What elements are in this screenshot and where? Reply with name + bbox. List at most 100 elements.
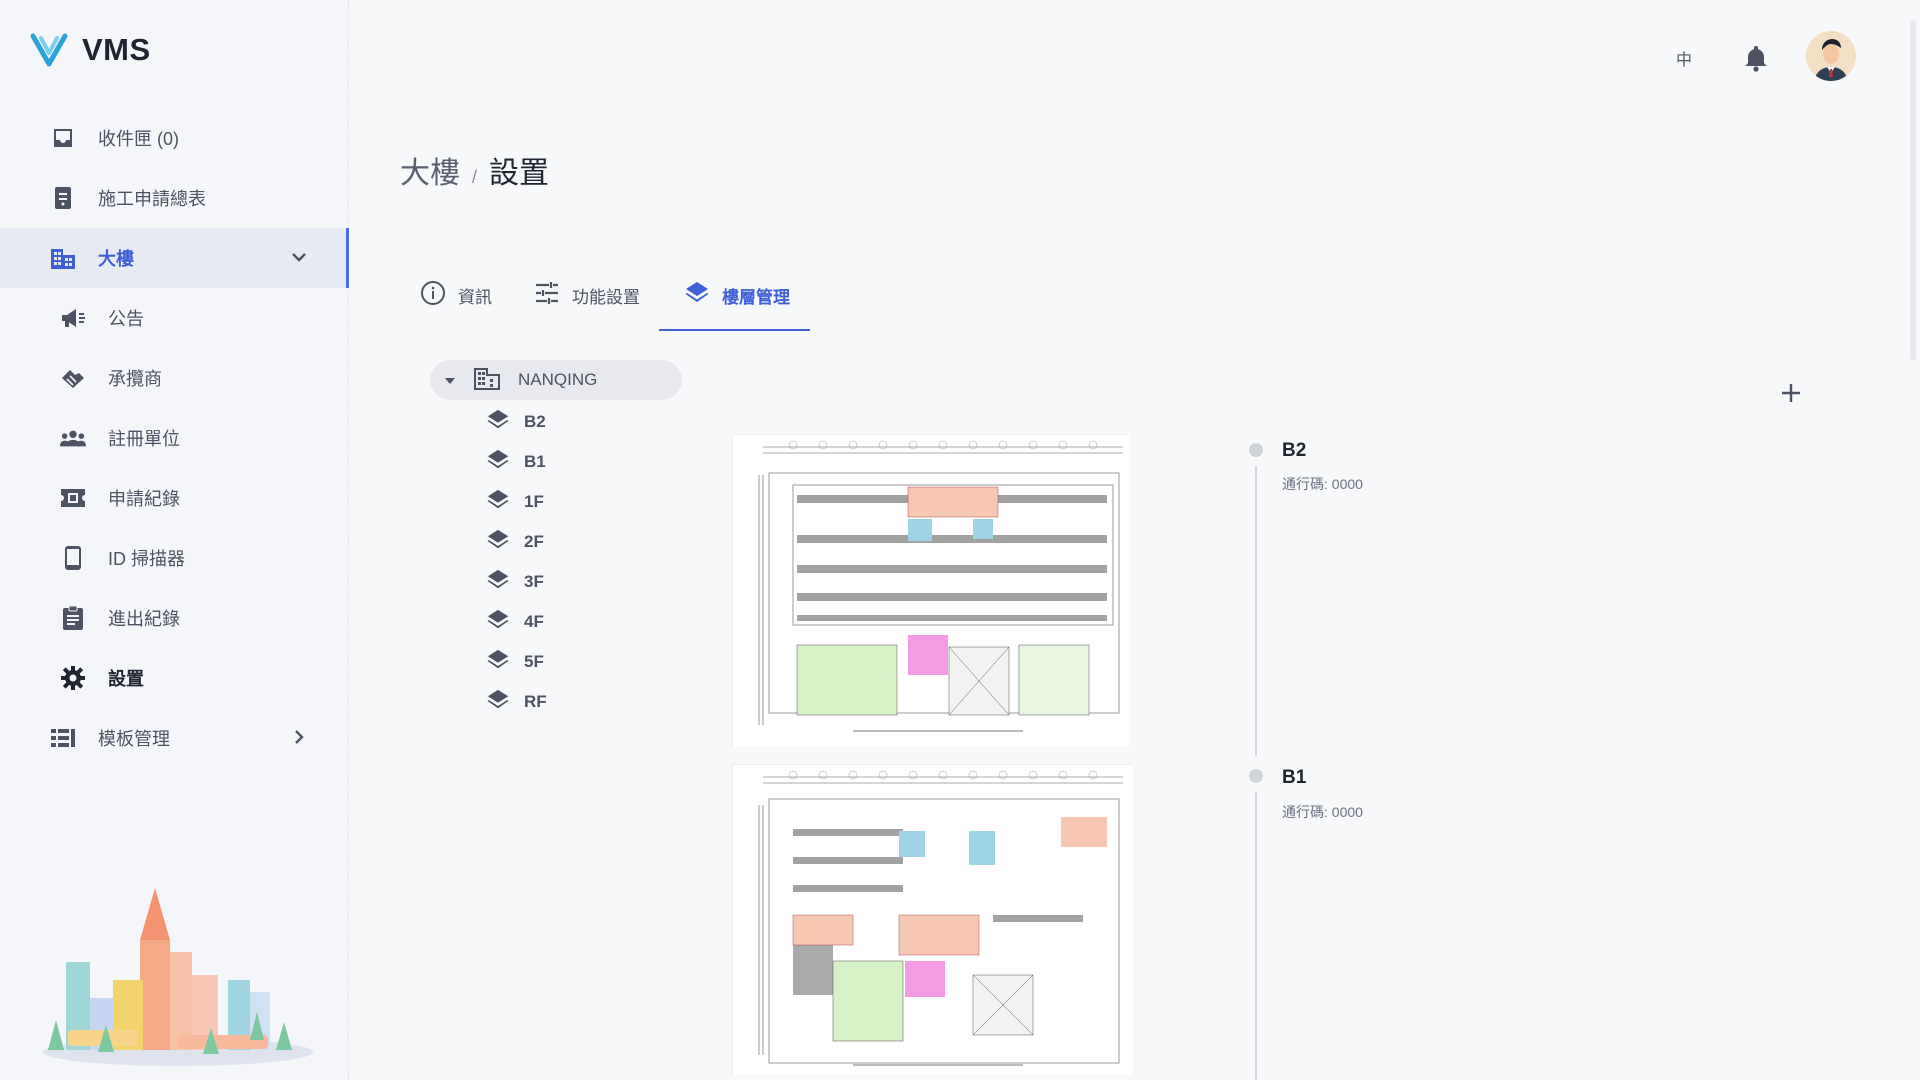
chevron-right-icon[interactable] (289, 727, 309, 752)
add-floor-button[interactable] (1780, 380, 1802, 410)
vms-logo-icon (30, 33, 68, 67)
sidebar-nav: 收件匣 (0) 施工申請總表 大樓 公告 承攬商 註冊單位 申請紀錄 ID 掃描… (0, 108, 349, 768)
tab-info[interactable]: 資訊 (420, 260, 534, 330)
tab-floor-management[interactable]: 樓層管理 (659, 260, 810, 331)
sidebar-item-label: 註冊單位 (108, 429, 180, 449)
inbox-icon (50, 125, 76, 151)
sidebar-item-registered-unit[interactable]: 註冊單位 (0, 408, 349, 468)
caret-down-icon[interactable] (444, 370, 456, 390)
user-avatar-icon (1806, 31, 1856, 81)
timeline-dot (1249, 769, 1263, 783)
sidebar-item-announcement[interactable]: 公告 (0, 288, 349, 348)
tree-item-floor[interactable]: B1 (486, 442, 547, 482)
tab-label: 功能設置 (572, 287, 640, 307)
ticket-icon (60, 485, 86, 511)
timeline-line (1255, 792, 1257, 1080)
building-icon (474, 366, 500, 395)
app-logo[interactable]: VMS (30, 32, 151, 68)
page-title: 設置 (489, 157, 550, 190)
plus-icon (1782, 384, 1800, 402)
handshake-icon (60, 365, 86, 391)
tree-item-label: 2F (524, 532, 544, 551)
sidebar-item-construction[interactable]: 施工申請總表 (0, 168, 349, 228)
floor-plan-drawing (733, 435, 1129, 747)
info-icon (420, 280, 446, 311)
sidebar-item-label: ID 掃描器 (108, 549, 186, 569)
layers-icon (486, 528, 510, 557)
tab-function-settings[interactable]: 功能設置 (534, 260, 684, 330)
floor-plan-image[interactable] (732, 764, 1133, 1075)
sliders-icon (534, 281, 560, 310)
breadcrumb-parent[interactable]: 大樓 (400, 148, 460, 192)
tree-item-floor[interactable]: 2F (486, 522, 547, 562)
floor-pass-code: 通行碼: 0000 (1282, 804, 1363, 820)
tab-label: 資訊 (458, 287, 492, 307)
sidebar-item-settings[interactable]: 設置 (0, 648, 349, 708)
breadcrumb-separator: / (472, 167, 478, 187)
tree-item-floor[interactable]: 5F (486, 642, 547, 682)
tree-item-floor[interactable]: 3F (486, 562, 547, 602)
avatar[interactable] (1806, 31, 1856, 81)
template-icon (50, 725, 76, 751)
floor-plan-drawing (733, 765, 1133, 1075)
floor-tree: B2 B1 1F 2F 3F 4F 5F RF (486, 402, 547, 722)
sidebar-item-templates[interactable]: 模板管理 (0, 708, 349, 768)
sidebar-item-label: 收件匣 (0) (98, 129, 179, 149)
timeline-dot (1249, 443, 1263, 457)
scrollbar[interactable] (1910, 20, 1916, 360)
tree-item-floor[interactable]: 1F (486, 482, 547, 522)
tree-item-label: 5F (524, 652, 544, 671)
breadcrumb: 大樓 / 設置 (400, 148, 549, 192)
sidebar-item-label: 設置 (108, 669, 144, 689)
tree-item-floor[interactable]: B2 (486, 402, 547, 442)
sidebar-item-label: 模板管理 (98, 729, 170, 749)
sidebar-item-label: 大樓 (98, 249, 134, 269)
sidebar-item-label: 申請紀錄 (108, 489, 180, 509)
language-toggle[interactable]: 中 (1676, 46, 1692, 70)
sidebar-item-contractor[interactable]: 承攬商 (0, 348, 349, 408)
phone-icon (60, 545, 86, 571)
layers-icon (486, 448, 510, 477)
bell-icon[interactable] (1743, 44, 1769, 77)
layers-icon (486, 648, 510, 677)
tree-root-label: NANQING (518, 370, 598, 389)
building-icon (50, 245, 76, 271)
sidebar: VMS 收件匣 (0) 施工申請總表 大樓 公告 承攬商 註冊單位 申請紀錄 I… (0, 0, 349, 1080)
layers-icon (486, 488, 510, 517)
floor-name[interactable]: B1 (1282, 767, 1306, 789)
floor-name[interactable]: B2 (1282, 440, 1306, 462)
sidebar-item-id-scanner[interactable]: ID 掃描器 (0, 528, 349, 588)
sidebar-item-access-records[interactable]: 進出紀錄 (0, 588, 349, 648)
floor-pass-code: 通行碼: 0000 (1282, 476, 1363, 492)
sidebar-item-label: 施工申請總表 (98, 189, 206, 209)
sidebar-item-label: 公告 (108, 309, 144, 329)
tree-root-building[interactable]: NANQING (430, 360, 682, 400)
layers-icon (684, 280, 710, 311)
tree-item-label: 3F (524, 572, 544, 591)
clipboard-icon (60, 605, 86, 631)
sidebar-item-label: 進出紀錄 (108, 609, 180, 629)
layers-icon (486, 408, 510, 437)
gear-icon (60, 665, 86, 691)
sidebar-item-application-records[interactable]: 申請紀錄 (0, 468, 349, 528)
layers-icon (486, 608, 510, 637)
sidebar-item-label: 承攬商 (108, 369, 162, 389)
tree-item-label: B2 (524, 412, 546, 431)
timeline-line (1255, 466, 1257, 756)
tree-item-label: RF (524, 692, 547, 711)
tree-item-floor[interactable]: RF (486, 682, 547, 722)
tree-item-floor[interactable]: 4F (486, 602, 547, 642)
tab-label: 樓層管理 (722, 287, 790, 307)
sidebar-item-inbox[interactable]: 收件匣 (0) (0, 108, 349, 168)
settings-tabs: 資訊 功能設置 樓層管理 (420, 260, 810, 331)
app-name: VMS (82, 32, 151, 67)
layers-icon (486, 568, 510, 597)
sidebar-item-building[interactable]: 大樓 (0, 228, 349, 288)
tree-item-label: 1F (524, 492, 544, 511)
city-illustration (43, 888, 313, 1066)
chevron-down-icon[interactable] (289, 247, 309, 272)
document-icon (50, 185, 76, 211)
tree-item-label: B1 (524, 452, 546, 471)
floor-plan-image[interactable] (732, 434, 1129, 747)
layers-icon (486, 688, 510, 717)
